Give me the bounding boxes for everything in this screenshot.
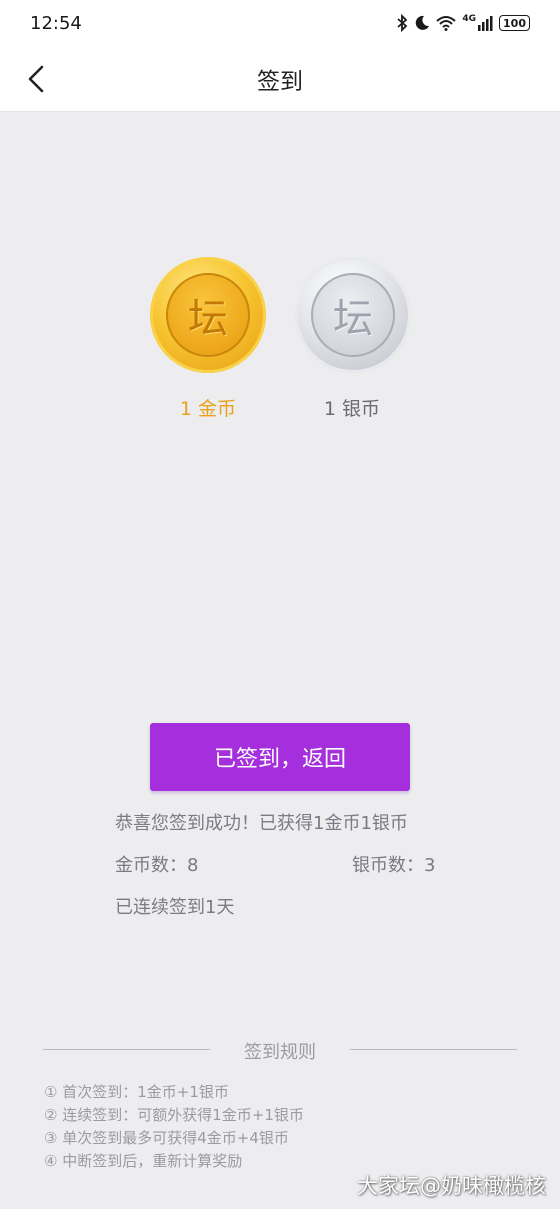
streak-text: 已连续签到1天 [115, 897, 235, 918]
status-time: 12:54 [30, 12, 82, 34]
bluetooth-icon [396, 14, 408, 32]
nav-bar: 签到 [0, 46, 560, 112]
rule-item: ② 连续签到：可额外获得1金币+1银币 [44, 1106, 304, 1124]
watermark: 大家坛@奶味橄榄核 [357, 1174, 546, 1198]
network-type-label: 4G [462, 14, 477, 24]
wifi-icon [436, 15, 457, 31]
gold-coin-icon: 坛 [150, 257, 266, 373]
silver-coin-glyph: 坛 [311, 273, 395, 357]
rules-divider-right [350, 1049, 517, 1050]
screen: 12:54 4G 100 签到 坛 坛 1 金币 1 银币 已签到，返回 恭喜您… [0, 0, 560, 1209]
rule-item: ① 首次签到：1金币+1银币 [44, 1083, 229, 1101]
rule-item: ③ 单次签到最多可获得4金币+4银币 [44, 1129, 289, 1147]
do-not-disturb-moon-icon [414, 15, 430, 31]
cellular-signal-icon: 4G [462, 15, 493, 31]
rules-title: 签到规则 [244, 1042, 316, 1063]
silver-coin-icon: 坛 [295, 257, 411, 373]
silver-count: 银币数：3 [352, 855, 436, 876]
rules-divider-left [43, 1049, 210, 1050]
battery-icon: 100 [499, 15, 530, 31]
status-bar: 12:54 4G 100 [0, 0, 560, 46]
page-title: 签到 [257, 68, 303, 95]
success-message: 恭喜您签到成功！已获得1金币1银币 [115, 813, 408, 834]
silver-coin-label: 1 银币 [323, 398, 381, 420]
gold-coin-label: 1 金币 [179, 398, 237, 420]
gold-count: 金币数：8 [115, 855, 199, 876]
checked-in-return-button[interactable]: 已签到，返回 [150, 723, 410, 791]
status-icons: 4G 100 [396, 14, 530, 32]
gold-coin-glyph: 坛 [166, 273, 250, 357]
rule-item: ④ 中断签到后，重新计算奖励 [44, 1152, 243, 1170]
back-button[interactable] [18, 60, 54, 98]
chevron-left-icon [28, 65, 44, 93]
